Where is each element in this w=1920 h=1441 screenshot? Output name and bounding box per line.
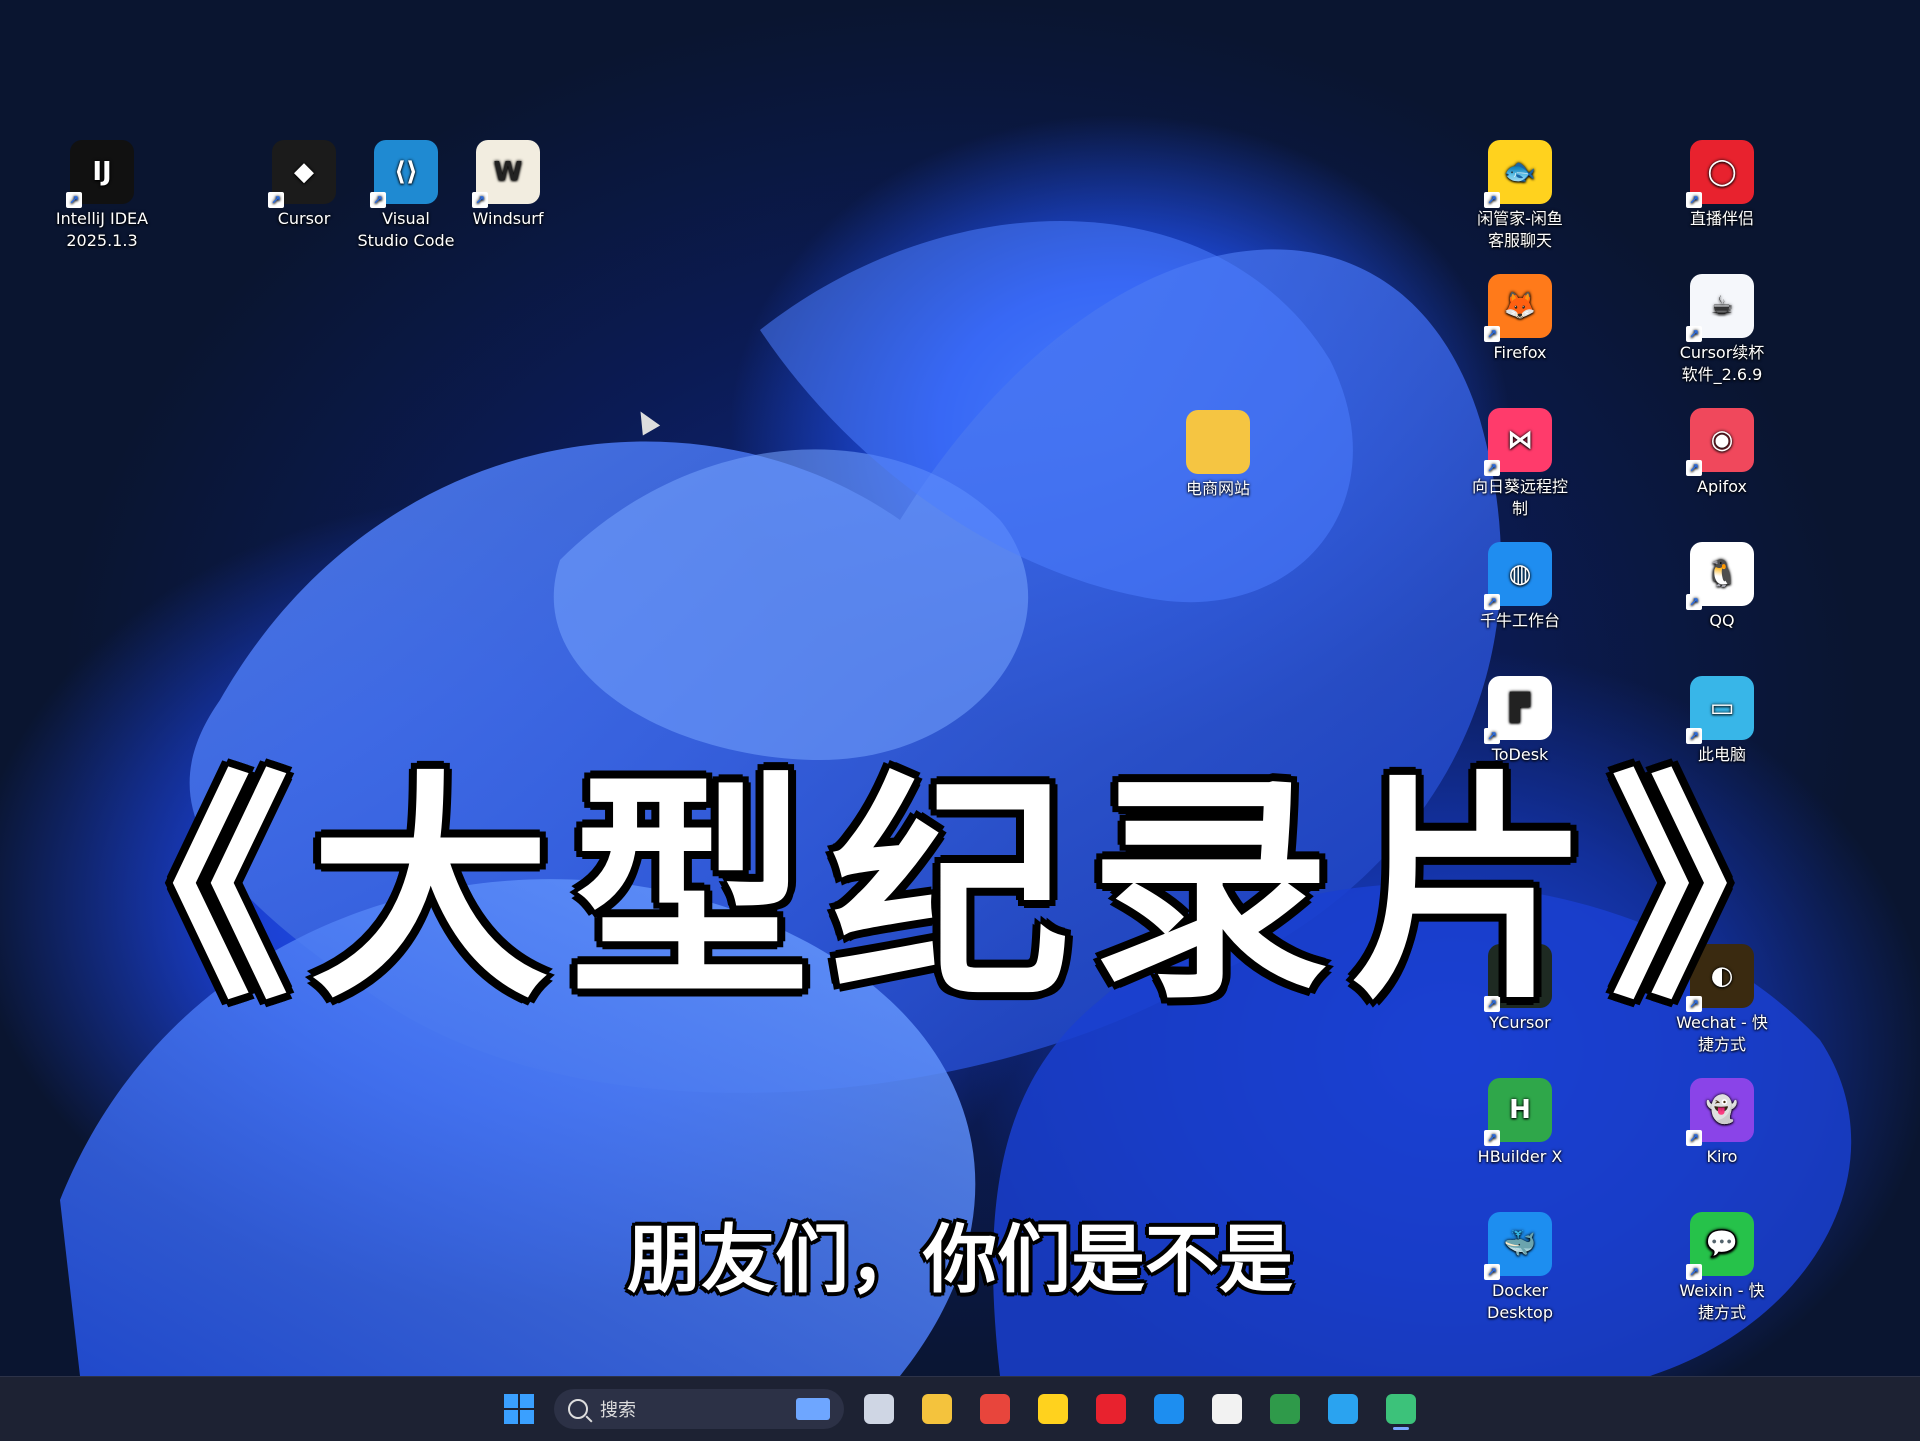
qq-shortcut[interactable]: 🐧 ↗ QQ	[1662, 542, 1782, 632]
sunlogin-icon: ⋈ ↗	[1484, 408, 1552, 476]
shortcut-arrow-icon: ↗	[1686, 460, 1702, 476]
windsurf-shortcut[interactable]: W ↗ Windsurf	[448, 140, 568, 230]
cursor-app-icon: ◆ ↗	[268, 140, 336, 208]
cursor-renewal-icon: ☕ ↗	[1686, 274, 1754, 342]
desktop-icon-label: 闲管家-闲鱼 客服聊天	[1477, 209, 1563, 250]
qianniu-icon: ◍ ↗	[1484, 542, 1552, 610]
folder-icon	[1186, 410, 1250, 474]
video-title-overlay: 《大型纪录片》	[49, 749, 1870, 1031]
shortcut-arrow-icon: ↗	[1686, 594, 1702, 610]
shortcut-arrow-icon: ↗	[1484, 326, 1500, 342]
todesk-icon: ▛ ↗	[1484, 676, 1552, 744]
desktop-icon-label: Apifox	[1697, 477, 1747, 496]
shortcut-arrow-icon: ↗	[1686, 192, 1702, 208]
zhibo-banlv-taskbar-button[interactable]	[1088, 1386, 1134, 1432]
docker-taskbar-icon	[1154, 1394, 1184, 1424]
qq-icon: 🐧 ↗	[1686, 542, 1754, 610]
task-view-button[interactable]	[856, 1386, 902, 1432]
file-explorer-button[interactable]	[914, 1386, 960, 1432]
start-button[interactable]	[496, 1386, 542, 1432]
cursor-renewal-shortcut[interactable]: ☕ ↗ Cursor续杯 软件_2.6.9	[1662, 274, 1782, 386]
intellij-idea-icon: IJ ↗	[66, 140, 134, 208]
shortcut-arrow-icon: ↗	[472, 192, 488, 208]
desktop: IJ ↗ IntelliJ IDEA 2025.1.3 ◆ ↗ Cursor ⟨⟩ ↗ Visu…	[0, 0, 1920, 1376]
this-pc-icon: ▭ ↗	[1686, 676, 1754, 744]
active-app-button[interactable]	[1378, 1386, 1424, 1432]
chrome-button[interactable]	[972, 1386, 1018, 1432]
security-shield-button[interactable]	[1262, 1386, 1308, 1432]
taskbar-search-box[interactable]: 搜索	[554, 1389, 844, 1429]
windsurf-icon: W ↗	[472, 140, 540, 208]
taskbar-apps	[856, 1386, 1424, 1432]
desktop-icon-label: 电商网站	[1185, 479, 1250, 498]
video-subtitle: 朋友们，你们是不是	[627, 1217, 1293, 1303]
folder-shortcut[interactable]: 电商网站	[1158, 410, 1278, 500]
shortcut-arrow-icon: ↗	[1484, 192, 1500, 208]
qianniu-shortcut[interactable]: ◍ ↗ 千牛工作台	[1460, 542, 1580, 632]
chrome-icon	[980, 1394, 1010, 1424]
shortcut-arrow-icon: ↗	[1686, 1130, 1702, 1146]
screen-recorder-icon	[1212, 1394, 1242, 1424]
shortcut-arrow-icon: ↗	[1686, 326, 1702, 342]
todesk-taskbar-button[interactable]	[1320, 1386, 1366, 1432]
desktop-icon-label: Firefox	[1493, 343, 1547, 362]
shortcut-arrow-icon: ↗	[1484, 460, 1500, 476]
hbuilderx-shortcut[interactable]: H ↗ HBuilder X	[1460, 1078, 1580, 1168]
search-placeholder: 搜索	[600, 1400, 636, 1421]
desktop-icon-label: QQ	[1709, 611, 1735, 630]
security-shield-icon	[1270, 1394, 1300, 1424]
shortcut-arrow-icon: ↗	[1484, 1130, 1500, 1146]
kiro-shortcut[interactable]: 👻 ↗ Kiro	[1662, 1078, 1782, 1168]
xianguanjia-shortcut[interactable]: 🐟 ↗ 闲管家-闲鱼 客服聊天	[1460, 140, 1580, 252]
file-explorer-icon	[922, 1394, 952, 1424]
windows-logo-icon	[504, 1394, 534, 1424]
desktop-icon-label: Cursor续杯 软件_2.6.9	[1679, 343, 1765, 384]
active-app-icon	[1386, 1394, 1416, 1424]
desktop-icon-label: HBuilder X	[1477, 1147, 1563, 1166]
zhibo-banlv-icon: ◯ ↗	[1686, 140, 1754, 208]
kiro-icon: 👻 ↗	[1686, 1078, 1754, 1146]
taskbar: 搜索	[0, 1376, 1920, 1441]
xianguanjia-taskbar-button[interactable]	[1030, 1386, 1076, 1432]
screen-recorder-button[interactable]	[1204, 1386, 1250, 1432]
zhibo-banlv-taskbar-icon	[1096, 1394, 1126, 1424]
todesk-taskbar-icon	[1328, 1394, 1358, 1424]
sunlogin-shortcut[interactable]: ⋈ ↗ 向日葵远程控 制	[1460, 408, 1580, 520]
docker-taskbar-button[interactable]	[1146, 1386, 1192, 1432]
hbuilderx-icon: H ↗	[1484, 1078, 1552, 1146]
intellij-idea-shortcut[interactable]: IJ ↗ IntelliJ IDEA 2025.1.3	[42, 140, 162, 252]
desktop-icon-label: Windsurf	[472, 209, 544, 228]
desktop-icon-label: 千牛工作台	[1479, 611, 1560, 630]
apifox-icon: ◉ ↗	[1686, 408, 1754, 476]
search-icon	[568, 1399, 588, 1419]
xianguanjia-taskbar-icon	[1038, 1394, 1068, 1424]
shortcut-arrow-icon: ↗	[268, 192, 284, 208]
apifox-shortcut[interactable]: ◉ ↗ Apifox	[1662, 408, 1782, 498]
task-view-icon	[864, 1394, 894, 1424]
desktop-icon-label: 直播伴侣	[1689, 209, 1754, 228]
desktop-icon-label: 向日葵远程控 制	[1471, 477, 1568, 518]
vscode-icon: ⟨⟩ ↗	[370, 140, 438, 208]
search-highlight-icon	[796, 1398, 830, 1420]
desktop-icon-label: IntelliJ IDEA 2025.1.3	[55, 209, 149, 250]
desktop-icon-label: Kiro	[1706, 1147, 1738, 1166]
shortcut-arrow-icon: ↗	[66, 192, 82, 208]
firefox-icon: 🦊 ↗	[1484, 274, 1552, 342]
zhibo-banlv-shortcut[interactable]: ◯ ↗ 直播伴侣	[1662, 140, 1782, 230]
shortcut-arrow-icon: ↗	[1484, 594, 1500, 610]
xianguanjia-icon: 🐟 ↗	[1484, 140, 1552, 208]
firefox-shortcut[interactable]: 🦊 ↗ Firefox	[1460, 274, 1580, 364]
shortcut-arrow-icon: ↗	[370, 192, 386, 208]
